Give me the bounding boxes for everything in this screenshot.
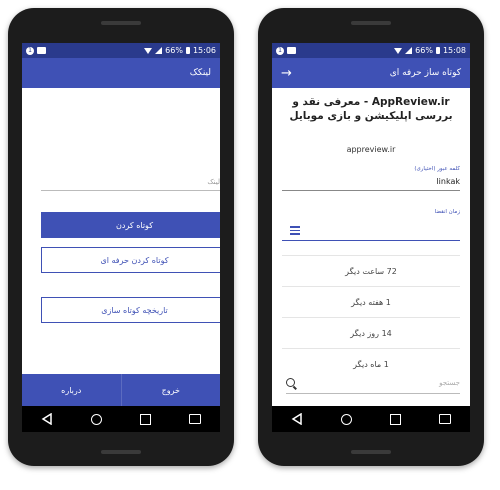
phone-left: 1 66% 15:06 لینکک لینک کوتاه کردن کوتاه … [8,8,234,466]
speaker-top [351,21,391,25]
search-placeholder: جستجو [439,379,460,387]
battery-icon [185,47,190,54]
status-bar: 1 66% 15:06 [22,43,220,58]
search-input[interactable]: جستجو [286,377,460,394]
app-title: کوتاه ساز حرفه ای [389,68,461,78]
app-title: لینکک [189,68,211,78]
notification-icon: 1 [276,46,284,55]
keyword-input[interactable]: linkak [282,177,460,191]
recents-nav-icon[interactable] [140,413,151,425]
pro-shorten-button[interactable]: کوتاه کردن حرفه ای [41,247,220,273]
expiry-option[interactable]: 1 ماه دیگر [282,348,460,379]
expiry-option[interactable]: 1 هفته دیگر [282,286,460,317]
back-nav-icon[interactable] [291,413,303,425]
screen-main: 1 66% 15:06 لینکک لینک کوتاه کردن کوتاه … [22,43,220,432]
home-nav-icon[interactable] [341,413,352,425]
clock: 15:06 [192,46,216,55]
signal-icon [155,47,163,54]
shorten-button[interactable]: کوتاه کردن [41,212,220,238]
message-icon [37,47,46,54]
page-headline: AppReview.ir - معرفی نقد و بررسی اپلیکیش… [289,96,453,122]
speaker-bottom [101,450,141,454]
expiry-option[interactable]: 14 روز دیگر [282,317,460,348]
expiry-select[interactable] [282,222,460,241]
battery-percent: 66% [415,46,433,55]
screenshot-nav-icon[interactable] [439,414,451,424]
menu-icon [290,226,300,237]
status-bar: 1 66% 15:08 [272,43,470,58]
battery-percent: 66% [165,46,183,55]
speaker-bottom [351,450,391,454]
screenshot-nav-icon[interactable] [189,414,201,424]
notification-icon: 1 [26,46,34,55]
app-bar: لینکک [22,58,220,88]
wifi-icon [144,47,153,54]
about-button[interactable]: درباره [22,374,121,406]
history-button[interactable]: تاریخچه کوتاه سازی [41,297,220,323]
phone-right: 1 66% 15:08 کوتاه ساز حرفه ای → AppRevie… [258,8,484,466]
keyword-label: کلمه عبور (اختیاری) [414,166,460,172]
speaker-top [101,21,141,25]
domain-text: appreview.ir [346,145,396,154]
home-nav-icon[interactable] [91,413,102,425]
battery-icon [435,47,440,54]
nav-bar [22,406,220,432]
link-input[interactable]: لینک [41,178,220,191]
back-arrow-icon[interactable]: → [281,66,292,81]
expiry-option[interactable]: 72 ساعت دیگر [282,255,460,286]
clock: 15:08 [442,46,466,55]
nav-bar [272,406,470,432]
exit-button[interactable]: خروج [120,374,221,406]
screen-pro: 1 66% 15:08 کوتاه ساز حرفه ای → AppRevie… [272,43,470,432]
message-icon [287,47,296,54]
search-icon [286,378,295,387]
recents-nav-icon[interactable] [390,413,401,425]
wifi-icon [394,47,403,54]
signal-icon [405,47,413,54]
bottom-bar: خروج درباره [22,374,220,406]
back-nav-icon[interactable] [41,413,53,425]
expiry-label: زمان انقضا [434,209,460,215]
app-bar: کوتاه ساز حرفه ای → [272,58,470,88]
